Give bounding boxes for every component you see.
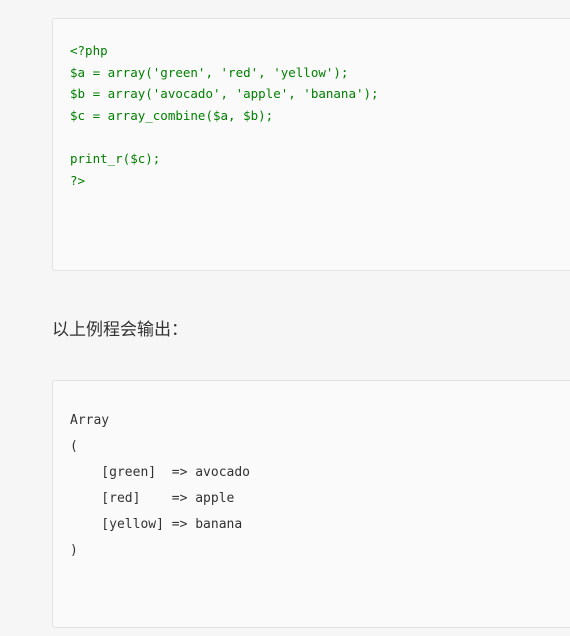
output-caption: 以上例程会输出： <box>52 320 188 340</box>
output-block: Array ( [green] => avocado [red] => apple… <box>70 408 250 564</box>
code-line-print: print_r($c); <box>70 150 161 166</box>
php-code-block: <?php $a = array('green', 'red', 'yellow'… <box>70 40 379 191</box>
php-code-panel: <?php $a = array('green', 'red', 'yellow'… <box>52 18 570 271</box>
code-line-array-b: $b = array('avocado', 'apple', 'banana')… <box>70 86 379 102</box>
output-line-yellow: [yellow] => banana <box>70 517 243 532</box>
output-line-open-paren: ( <box>70 439 78 454</box>
code-line-php-close: ?> <box>70 172 86 188</box>
output-line-close-paren: ) <box>70 543 78 558</box>
code-line-array-a: $a = array('green', 'red', 'yellow'); <box>70 64 349 80</box>
code-line-php-open: <?php <box>70 43 108 58</box>
output-line-red: [red] => apple <box>70 491 235 506</box>
code-line-array-combine: $c = array_combine($a, $b); <box>70 107 274 123</box>
output-line-array: Array <box>70 413 110 428</box>
output-panel: Array ( [green] => avocado [red] => apple… <box>52 380 570 628</box>
output-line-green: [green] => avocado <box>70 465 251 480</box>
